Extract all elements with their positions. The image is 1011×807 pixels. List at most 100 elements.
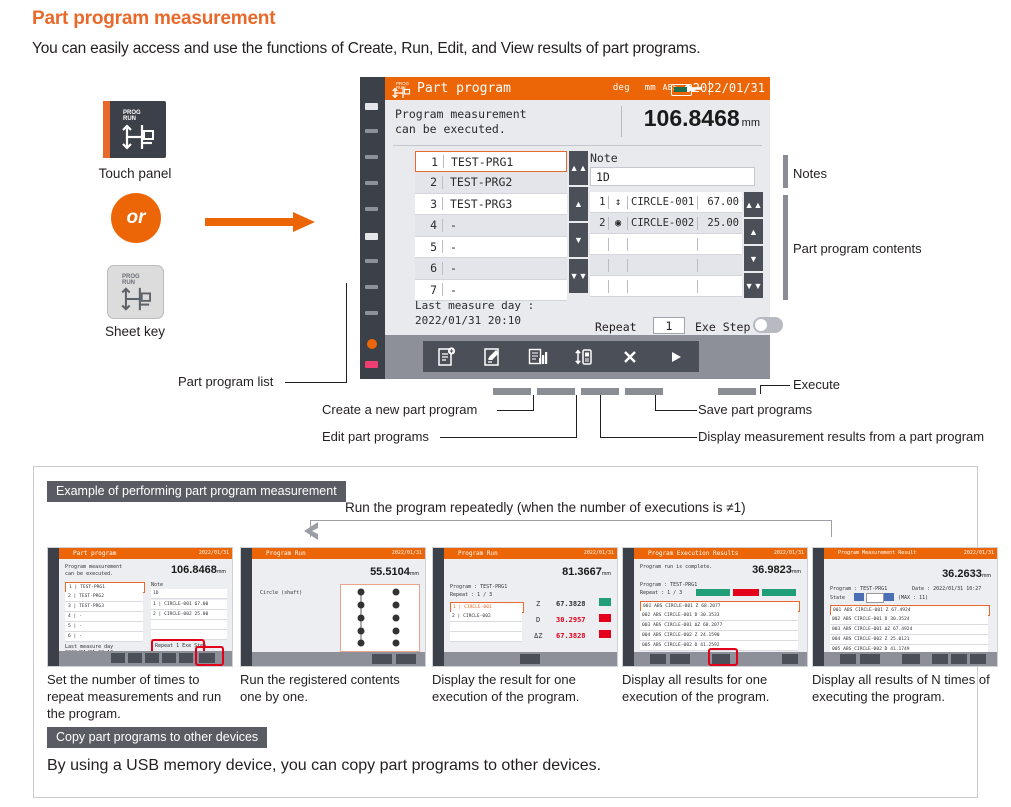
program-row[interactable]: 3 TEST-PRG3 [415, 193, 567, 215]
marker-results [581, 388, 619, 395]
new-program-icon [437, 346, 455, 366]
thumb3-axis-1: D [536, 616, 541, 624]
notes-marker [783, 155, 788, 188]
copy-section-tag: Copy part programs to other devices [47, 727, 268, 748]
program-row-no: 4 [430, 218, 437, 233]
sheet-key-label: Sheet key [104, 324, 166, 339]
results-button[interactable] [515, 341, 561, 372]
header-divider [393, 145, 762, 146]
new-program-button[interactable] [423, 341, 469, 372]
content-row-no: 1 [599, 196, 606, 208]
execute-button[interactable] [653, 341, 699, 372]
callout-contents: Part program contents [793, 241, 922, 256]
thumb3-prog-name: TEST-PRG1 [480, 584, 508, 590]
thumb3-rep-value: 1 / 3 [477, 592, 493, 598]
sheet-key-icon: PROG RUN [107, 265, 164, 319]
thumb1-value: 106.8468mm [170, 564, 226, 576]
content-row[interactable]: 2 ◉ CIRCLE-002 25.00 [590, 213, 742, 234]
status-deg: deg [612, 83, 630, 93]
circle-icon: ◉ [614, 217, 622, 229]
repeat-input[interactable]: 1 [653, 317, 685, 334]
last-measure-value: 2022/01/31 20:10 [415, 314, 521, 327]
last-measure-day: Last measure day : 2022/01/31 20:10 [415, 298, 534, 328]
thumb1-status: 2022/01/31 [198, 550, 229, 556]
thumb5-prog-label: Program [830, 586, 852, 592]
part-program-contents-list[interactable]: 1 ↕ CIRCLE-001 67.00 2 ◉ CIRCLE-002 25.0… [590, 192, 742, 297]
thumb3-prog-label: Program [450, 584, 472, 590]
device-screen: PROG RUN Part program deg mm ABS 2022/01… [385, 77, 783, 379]
content-row-name: CIRCLE-001 [631, 196, 695, 208]
value-divider [621, 106, 622, 137]
program-row-no: 3 [430, 196, 437, 211]
part-program-list[interactable]: 1 TEST-PRG1 2 TEST-PRG2 3 TEST-PRG3 4- 5- 6… [415, 151, 567, 301]
exe-step-toggle[interactable] [753, 317, 783, 333]
contents-scroll-up-button[interactable]: ▲ [744, 219, 763, 244]
prog-run-title-icon: PROG RUN [392, 81, 411, 98]
status-message-line2: can be executed. [395, 122, 506, 136]
content-row[interactable] [590, 255, 742, 276]
thumb3-value: 81.3667mm [562, 566, 611, 578]
loop-arrow-icon [304, 522, 318, 540]
main-value-unit: mm [741, 117, 760, 129]
thumb1-msg2: can be executed. [65, 571, 114, 577]
results-icon [528, 348, 548, 364]
list-scroll-top-button[interactable]: ▲▲ [569, 151, 588, 185]
thumb2-item: Circle (shaft) [260, 590, 303, 596]
program-row[interactable]: 5- [415, 236, 567, 258]
program-row[interactable]: 4- [415, 215, 567, 237]
callout-notes: Notes [793, 166, 827, 181]
program-row[interactable]: 1 TEST-PRG1 [415, 151, 567, 172]
contents-marker [783, 195, 788, 300]
last-measure-label: Last measure day : [415, 299, 535, 312]
thumb2-title: Program Run [266, 549, 306, 557]
page-lead: You can easily access and use the functi… [32, 40, 701, 57]
close-button[interactable] [607, 341, 653, 372]
caption-2: Run the registered contents one by one. [240, 672, 400, 704]
content-row[interactable] [590, 234, 742, 255]
edit-program-button[interactable] [469, 341, 515, 372]
screen-title: Part program [417, 81, 511, 96]
program-row[interactable]: 2 TEST-PRG2 [415, 172, 567, 194]
date-display: 2022/01/31 [692, 81, 765, 95]
marker-edit [537, 388, 575, 395]
program-row-name: TEST-PRG1 [451, 154, 514, 169]
program-row-no: 7 [430, 282, 437, 297]
thumb1-title: Part program [73, 549, 117, 557]
thumb5-state-label: State [830, 595, 846, 601]
thumb4-prog-label: Program [640, 582, 662, 588]
program-row-no: 6 [430, 261, 437, 276]
list-scroll-up-button[interactable]: ▲ [569, 187, 588, 221]
prog-run-glyph [122, 124, 154, 150]
thumb4-title: Program Execution Results [648, 549, 739, 557]
thumb3-axis-0: Z [536, 600, 541, 608]
program-row-name: TEST-PRG3 [450, 196, 513, 211]
program-row-name: - [450, 218, 457, 233]
thumb5-max-label: (MAX : 11) [898, 595, 929, 601]
contents-scroll-top-button[interactable]: ▲▲ [744, 192, 763, 217]
step-thumbnail-1: Part program 2022/01/31 Program measureme… [47, 547, 233, 667]
usb-transfer-button[interactable] [561, 341, 607, 372]
content-row[interactable] [590, 276, 742, 297]
thumb4-value: 36.9823mm [752, 564, 801, 576]
content-row-name: CIRCLE-002 [631, 217, 695, 229]
list-scroll-bottom-button[interactable]: ▼▼ [569, 259, 588, 293]
thumb4-rep-label: Repeat [640, 590, 659, 596]
exe-step-label: Exe Step [695, 320, 751, 334]
program-row[interactable]: 6- [415, 258, 567, 280]
marker-create [493, 388, 531, 395]
list-scroll-down-button[interactable]: ▼ [569, 223, 588, 257]
thumb5-value: 36.2633mm [942, 568, 991, 580]
content-row[interactable]: 1 ↕ CIRCLE-001 67.00 [590, 192, 742, 213]
device-toolbar [385, 335, 770, 379]
edit-program-icon [483, 347, 499, 366]
contents-scroll-bottom-button[interactable]: ▼▼ [744, 273, 763, 298]
thumb2-value: 55.5104mm [370, 566, 419, 578]
device-bezel [360, 77, 385, 379]
note-input[interactable]: 1D [590, 167, 755, 186]
updown-icon: ↕ [614, 196, 622, 208]
thumb1-execute-highlight [195, 646, 224, 666]
contents-scroll-down-button[interactable]: ▼ [744, 246, 763, 271]
touch-panel-label: Touch panel [98, 166, 172, 181]
callout-create-new: Create a new part program [322, 402, 478, 417]
thumb3-val-0: 67.3828 [556, 600, 586, 608]
